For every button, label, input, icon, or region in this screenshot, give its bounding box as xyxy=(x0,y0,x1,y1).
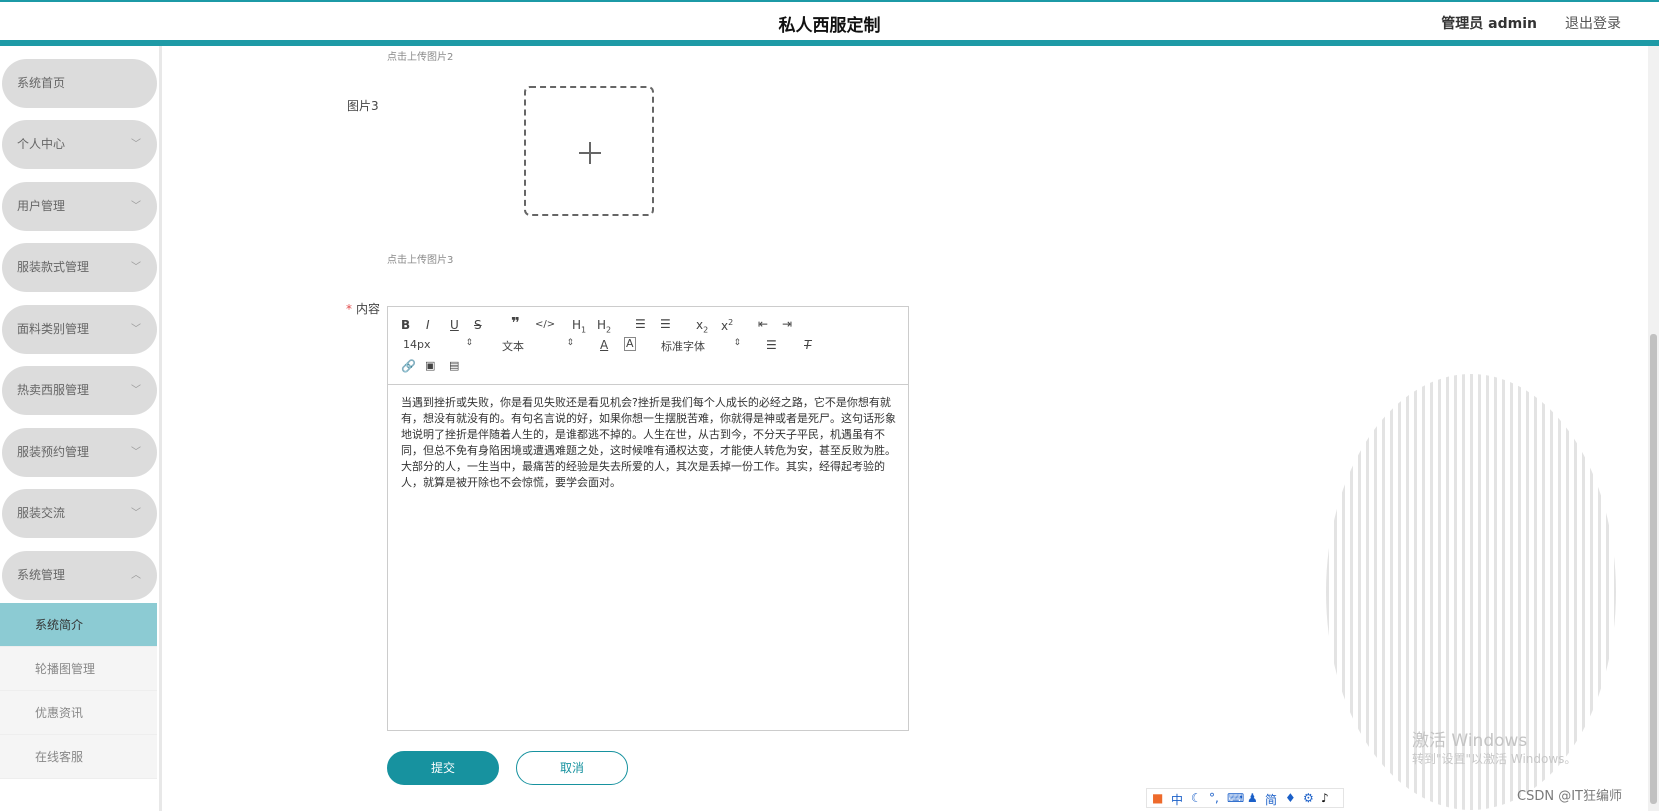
ime-chinese-mode: 中 xyxy=(1171,793,1184,807)
submenu-item-label: 轮播图管理 xyxy=(35,662,96,676)
admin-label: 管理员 admin xyxy=(1441,16,1537,32)
blockquote-icon[interactable]: ❞ xyxy=(511,315,520,331)
sogou-icon: ■ xyxy=(1152,791,1164,805)
required-asterisk: * xyxy=(346,302,352,316)
sidebar-item-hot-suits[interactable]: 热卖西服管理 ﹀ xyxy=(2,366,157,415)
bold-icon[interactable]: B xyxy=(401,317,410,333)
chevron-up-icon: ︿ xyxy=(131,570,141,581)
sidebar-item-label: 用户管理 xyxy=(17,199,66,213)
sidebar-item-user-management[interactable]: 用户管理 ﹀ xyxy=(2,182,157,231)
plus-icon-vertical xyxy=(589,142,591,164)
select-arrow-icon: ⇕ xyxy=(566,338,574,348)
submenu-item-online-service[interactable]: 在线客服 xyxy=(0,735,157,779)
chevron-down-icon: ﹀ xyxy=(131,324,141,335)
format-value: 文本 xyxy=(502,340,524,353)
sidebar-item-label: 服装款式管理 xyxy=(17,260,90,274)
header-divider xyxy=(0,40,1659,46)
sidebar: 系统首页 个人中心 ﹀ 用户管理 ﹀ 服装款式管理 ﹀ 面料类别管理 ﹀ 热卖西… xyxy=(0,46,162,811)
image3-label: 图片3 xyxy=(347,99,379,113)
content-label-text: 内容 xyxy=(356,302,381,316)
sidebar-item-label: 服装交流 xyxy=(17,506,66,520)
font-family-select[interactable]: 标准字体 ⇕ xyxy=(661,338,741,354)
clear-format-icon[interactable]: T xyxy=(804,337,811,353)
logout-link[interactable]: 退出登录 xyxy=(1565,13,1621,33)
link-icon[interactable]: 🔗 xyxy=(401,358,416,374)
editor-toolbar: B I U S ❞ </> H1 H2 ☰ ☰ x2 x2 ⇤ ⇥ 14px ⇕… xyxy=(388,307,908,385)
skin-icon: ♦ xyxy=(1285,791,1296,805)
cancel-button[interactable]: 取消 xyxy=(516,751,628,785)
chevron-down-icon: ﹀ xyxy=(131,447,141,458)
sidebar-item-home[interactable]: 系统首页 xyxy=(2,59,157,108)
moon-icon: ☾ xyxy=(1191,791,1202,805)
background-color-icon[interactable]: A xyxy=(624,337,636,351)
user-icon: ♟ xyxy=(1247,791,1258,805)
submit-button[interactable]: 提交 xyxy=(387,751,499,785)
image3-uploader[interactable] xyxy=(524,86,654,216)
gear-icon: ⚙ xyxy=(1303,791,1314,805)
submenu-item-label: 优惠资讯 xyxy=(35,706,84,720)
italic-icon[interactable]: I xyxy=(426,317,430,333)
select-arrow-icon: ⇕ xyxy=(465,338,473,348)
top-bar: 私人西服定制 管理员 admin 退出登录 xyxy=(0,0,1659,40)
submenu-item-label: 在线客服 xyxy=(35,750,84,764)
chevron-down-icon: ﹀ xyxy=(131,385,141,396)
sidebar-item-label: 热卖西服管理 xyxy=(17,383,90,397)
app-title: 私人西服定制 xyxy=(778,16,881,36)
sidebar-item-label: 系统首页 xyxy=(17,76,66,90)
chevron-down-icon: ﹀ xyxy=(131,262,141,273)
sidebar-item-communication[interactable]: 服装交流 ﹀ xyxy=(2,489,157,538)
sidebar-item-label: 系统管理 xyxy=(17,568,66,582)
upload-hint-2: 点击上传图片2 xyxy=(387,52,454,63)
heading1-icon[interactable]: H1 xyxy=(572,317,586,338)
sidebar-item-personal-center[interactable]: 个人中心 ﹀ xyxy=(2,120,157,169)
align-icon[interactable]: ☰ xyxy=(766,337,777,353)
chevron-down-icon: ﹀ xyxy=(131,508,141,519)
content-label: * 内容 xyxy=(346,300,380,317)
indent-icon[interactable]: ⇥ xyxy=(782,316,792,332)
scrollbar-thumb[interactable] xyxy=(1650,334,1657,804)
sidebar-item-reservation[interactable]: 服装预约管理 ﹀ xyxy=(2,428,157,477)
rich-text-editor[interactable]: B I U S ❞ </> H1 H2 ☰ ☰ x2 x2 ⇤ ⇥ 14px ⇕… xyxy=(387,306,909,731)
outdent-icon[interactable]: ⇤ xyxy=(758,316,768,332)
font-size-value: 14px xyxy=(403,338,431,351)
windows-activation-subtitle: 转到"设置"以激活 Windows。 xyxy=(1412,752,1577,766)
chevron-down-icon: ﹀ xyxy=(131,139,141,150)
font-size-select[interactable]: 14px ⇕ xyxy=(403,338,473,351)
submenu-item-label: 系统简介 xyxy=(35,618,84,632)
superscript-icon[interactable]: x2 xyxy=(721,315,733,334)
punctuation-icon: °, xyxy=(1209,791,1219,805)
format-select[interactable]: 文本 ⇕ xyxy=(502,338,574,354)
strikethrough-icon[interactable]: S xyxy=(474,317,482,333)
keyboard-icon: ⌨ xyxy=(1227,791,1245,805)
font-color-icon[interactable]: A xyxy=(600,337,608,353)
bullet-list-icon[interactable]: ☰ xyxy=(660,316,671,332)
ime-simplified: 简 xyxy=(1265,793,1278,807)
font-family-value: 标准字体 xyxy=(661,340,705,353)
editor-content[interactable]: 当遇到挫折或失败，你是看见失败还是看见机会?挫折是我们每个人成长的必经之路，它不… xyxy=(401,395,899,491)
code-block-icon[interactable]: </> xyxy=(535,317,555,333)
tiktok-icon: ♪ xyxy=(1321,791,1329,805)
sidebar-item-label: 面料类别管理 xyxy=(17,322,90,336)
underline-icon[interactable]: U xyxy=(450,317,459,333)
submenu-item-system-intro[interactable]: 系统简介 xyxy=(0,603,157,647)
submenu-item-carousel[interactable]: 轮播图管理 xyxy=(0,647,157,691)
submenu-item-promotions[interactable]: 优惠资讯 xyxy=(0,691,157,735)
ordered-list-icon[interactable]: ☰ xyxy=(635,316,646,332)
image-icon[interactable]: ▣ xyxy=(425,358,435,374)
heading2-icon[interactable]: H2 xyxy=(597,317,611,338)
csdn-watermark: CSDN @IT狂编师 xyxy=(1517,789,1622,804)
video-icon[interactable]: ▤ xyxy=(449,358,459,374)
subscript-icon[interactable]: x2 xyxy=(696,317,708,338)
windows-activation-title: 激活 Windows xyxy=(1412,731,1528,751)
sidebar-item-label: 服装预约管理 xyxy=(17,445,90,459)
page-scrollbar[interactable] xyxy=(1648,46,1659,811)
sidebar-item-system-management[interactable]: 系统管理 ︿ xyxy=(2,551,157,600)
ime-toolbar[interactable]: ■ 中 ☾ °, ⌨ ♟ 简 ♦ ⚙ ♪ xyxy=(1146,788,1344,808)
chevron-down-icon: ﹀ xyxy=(131,201,141,212)
sidebar-item-fabric-management[interactable]: 面料类别管理 ﹀ xyxy=(2,305,157,354)
select-arrow-icon: ⇕ xyxy=(733,338,741,348)
sidebar-item-label: 个人中心 xyxy=(17,137,66,151)
upload-hint-3: 点击上传图片3 xyxy=(387,255,454,266)
sidebar-item-style-management[interactable]: 服装款式管理 ﹀ xyxy=(2,243,157,292)
